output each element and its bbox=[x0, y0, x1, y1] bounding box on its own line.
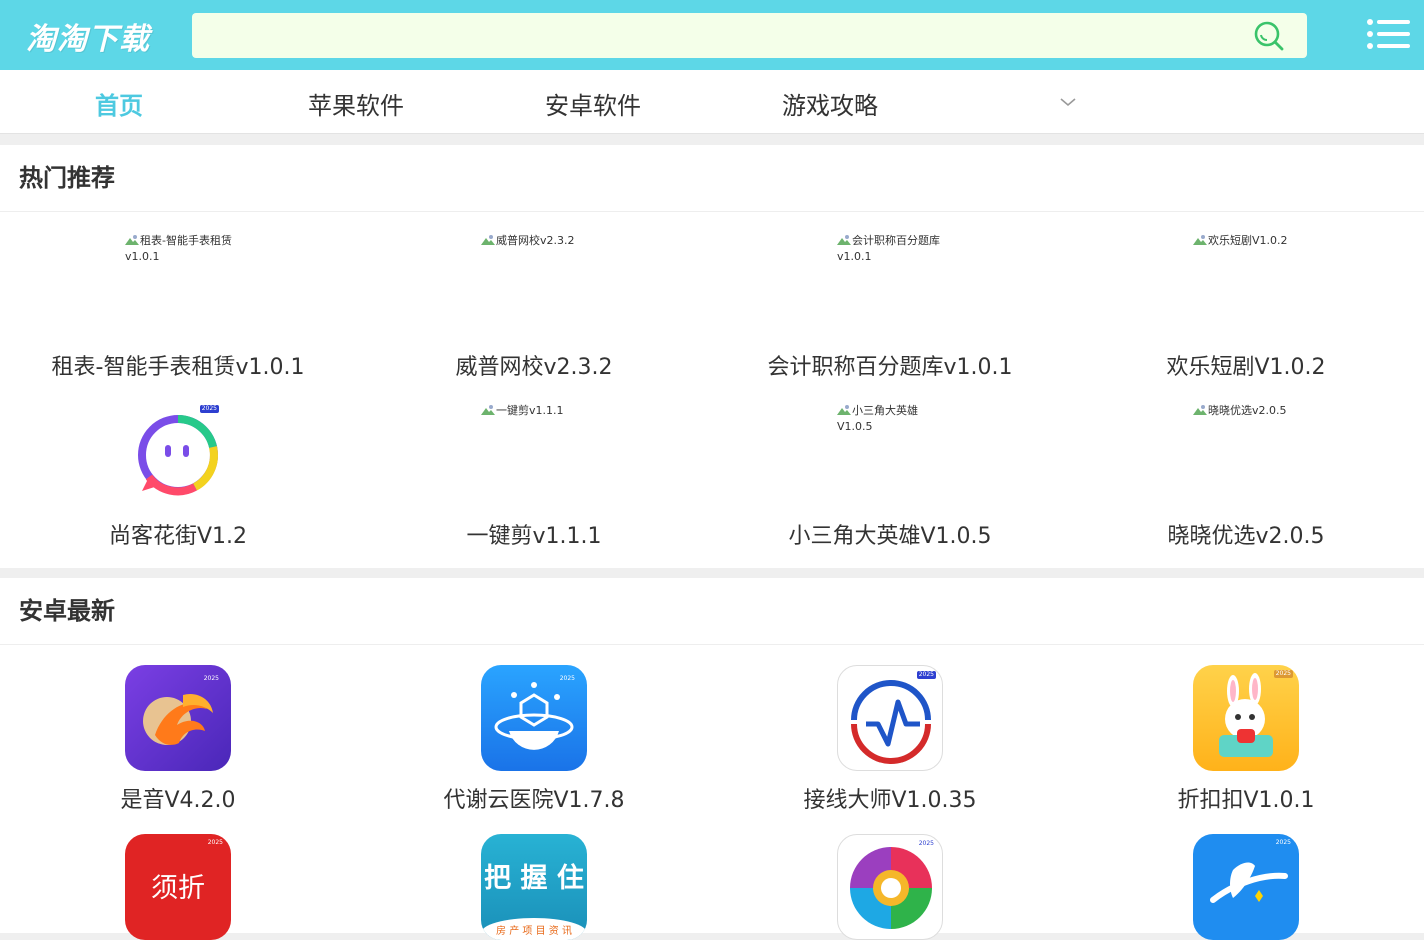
app-card[interactable]: 2025 接线大师V1.0.35 bbox=[712, 646, 1068, 814]
app-icon: 2025 bbox=[1193, 665, 1299, 771]
app-name: 晓晓优选v2.0.5 bbox=[1167, 524, 1325, 549]
app-card[interactable]: 2025 bbox=[712, 815, 1068, 940]
app-name: 欢乐短剧V1.0.2 bbox=[1166, 355, 1326, 380]
broken-image: 会计职称百分题库v1.0.1 bbox=[837, 234, 940, 263]
app-card[interactable]: 会计职称百分题库v1.0.1 会计职称百分题库v1.0.1 bbox=[712, 213, 1068, 383]
app-name: 代谢云医院V1.7.8 bbox=[443, 788, 625, 813]
app-card[interactable]: 2025 bbox=[1068, 815, 1424, 940]
app-card[interactable]: 2025 尚客花街V1.2 bbox=[0, 383, 356, 553]
app-icon: 2025 bbox=[837, 665, 943, 771]
android-latest-section: 安卓最新 2025 是音V4.2.0 2025 代谢云医院V1.7.8 2025… bbox=[0, 578, 1424, 940]
app-card[interactable]: 威普网校v2.3.2 威普网校v2.3.2 bbox=[356, 213, 712, 383]
app-card[interactable]: 2025 代谢云医院V1.7.8 bbox=[356, 646, 712, 814]
app-icon: 须折 2025 bbox=[125, 834, 231, 940]
chat-bubble-icon bbox=[138, 415, 218, 496]
app-card[interactable]: 把 握 住 房 产 项 目 资 讯 bbox=[356, 815, 712, 940]
color-wheel-icon bbox=[850, 847, 932, 929]
section-title: 热门推荐 bbox=[0, 145, 1424, 212]
app-card[interactable]: 须折 2025 bbox=[0, 815, 356, 940]
year-badge: 2025 bbox=[203, 675, 219, 682]
search-input[interactable] bbox=[192, 13, 1307, 58]
app-card[interactable]: 晓晓优选v2.0.5 晓晓优选v2.0.5 bbox=[1068, 383, 1424, 553]
app-card[interactable]: 小三角大英雄V1.0.5 小三角大英雄V1.0.5 bbox=[712, 383, 1068, 553]
nav-item-android-software[interactable]: 安卓软件 bbox=[493, 86, 693, 121]
year-badge: 2025 bbox=[916, 671, 936, 679]
broken-image: 一键剪v1.1.1 bbox=[481, 403, 591, 419]
hot-recommend-section: 热门推荐 租表-智能手表租赁v1.0.1 租表-智能手表租赁v1.0.1 威普网… bbox=[0, 145, 1424, 568]
app-name: 租表-智能手表租赁v1.0.1 bbox=[51, 355, 305, 380]
search-box bbox=[192, 13, 1307, 58]
icon-text: 把 握 住 bbox=[484, 863, 584, 894]
app-icon: 2025 bbox=[125, 665, 231, 771]
search-icon[interactable] bbox=[1253, 20, 1285, 52]
app-icon: 2025 bbox=[125, 403, 231, 509]
icon-subtext: 房 产 项 目 资 讯 bbox=[481, 918, 587, 940]
nav-item-game-guides[interactable]: 游戏攻略 bbox=[730, 86, 930, 121]
app-name: 小三角大英雄V1.0.5 bbox=[788, 524, 992, 549]
chevron-down-icon[interactable] bbox=[1058, 92, 1078, 112]
app-card[interactable]: 租表-智能手表租赁v1.0.1 租表-智能手表租赁v1.0.1 bbox=[0, 213, 356, 383]
app-icon: 2025 bbox=[1193, 834, 1299, 940]
app-card[interactable]: 2025 是音V4.2.0 bbox=[0, 646, 356, 814]
broken-image: 晓晓优选v2.0.5 bbox=[1193, 403, 1313, 419]
app-card[interactable]: 2025 折扣扣V1.0.1 bbox=[1068, 646, 1424, 814]
app-name: 折扣扣V1.0.1 bbox=[1177, 788, 1315, 813]
top-header: 淘淘下载 bbox=[0, 0, 1424, 70]
app-card[interactable]: 一键剪v1.1.1 一键剪v1.1.1 bbox=[356, 383, 712, 553]
bunny-calculator-icon bbox=[1219, 673, 1273, 757]
broken-image: 欢乐短剧V1.0.2 bbox=[1193, 233, 1313, 249]
year-badge: 2025 bbox=[1275, 839, 1291, 846]
app-icon: 2025 bbox=[481, 665, 587, 771]
year-badge: 2025 bbox=[199, 405, 219, 413]
app-name: 一键剪v1.1.1 bbox=[466, 524, 602, 549]
year-badge: 2025 bbox=[559, 675, 575, 682]
app-icon: 2025 bbox=[837, 834, 943, 940]
app-card[interactable]: 欢乐短剧V1.0.2 欢乐短剧V1.0.2 bbox=[1068, 213, 1424, 383]
connection-gauge-icon bbox=[851, 680, 931, 764]
section-title: 安卓最新 bbox=[0, 578, 1424, 645]
icon-text: 须折 bbox=[151, 873, 205, 904]
broken-image: 小三角大英雄V1.0.5 bbox=[837, 404, 918, 433]
nav-item-apple-software[interactable]: 苹果软件 bbox=[256, 86, 456, 121]
broken-image: 威普网校v2.3.2 bbox=[481, 233, 591, 249]
app-name: 接线大师V1.0.35 bbox=[803, 788, 977, 813]
nav-item-home[interactable]: 首页 bbox=[19, 86, 219, 121]
main-nav: 首页 苹果软件 安卓软件 游戏攻略 bbox=[0, 70, 1424, 134]
rocket-rabbit-icon bbox=[1210, 862, 1288, 903]
app-name: 会计职称百分题库v1.0.1 bbox=[767, 355, 1013, 380]
site-logo[interactable]: 淘淘下载 bbox=[26, 14, 150, 58]
app-icon: 把 握 住 房 产 项 目 资 讯 bbox=[481, 834, 587, 940]
broken-image: 租表-智能手表租赁v1.0.1 bbox=[125, 234, 232, 263]
app-name: 是音V4.2.0 bbox=[120, 788, 236, 813]
app-name: 尚客花街V1.2 bbox=[108, 524, 248, 549]
app-name: 威普网校v2.3.2 bbox=[455, 355, 613, 380]
year-badge: 2025 bbox=[1273, 670, 1293, 678]
year-badge: 2025 bbox=[918, 840, 934, 847]
year-badge: 2025 bbox=[207, 839, 223, 846]
menu-icon[interactable] bbox=[1366, 16, 1410, 52]
